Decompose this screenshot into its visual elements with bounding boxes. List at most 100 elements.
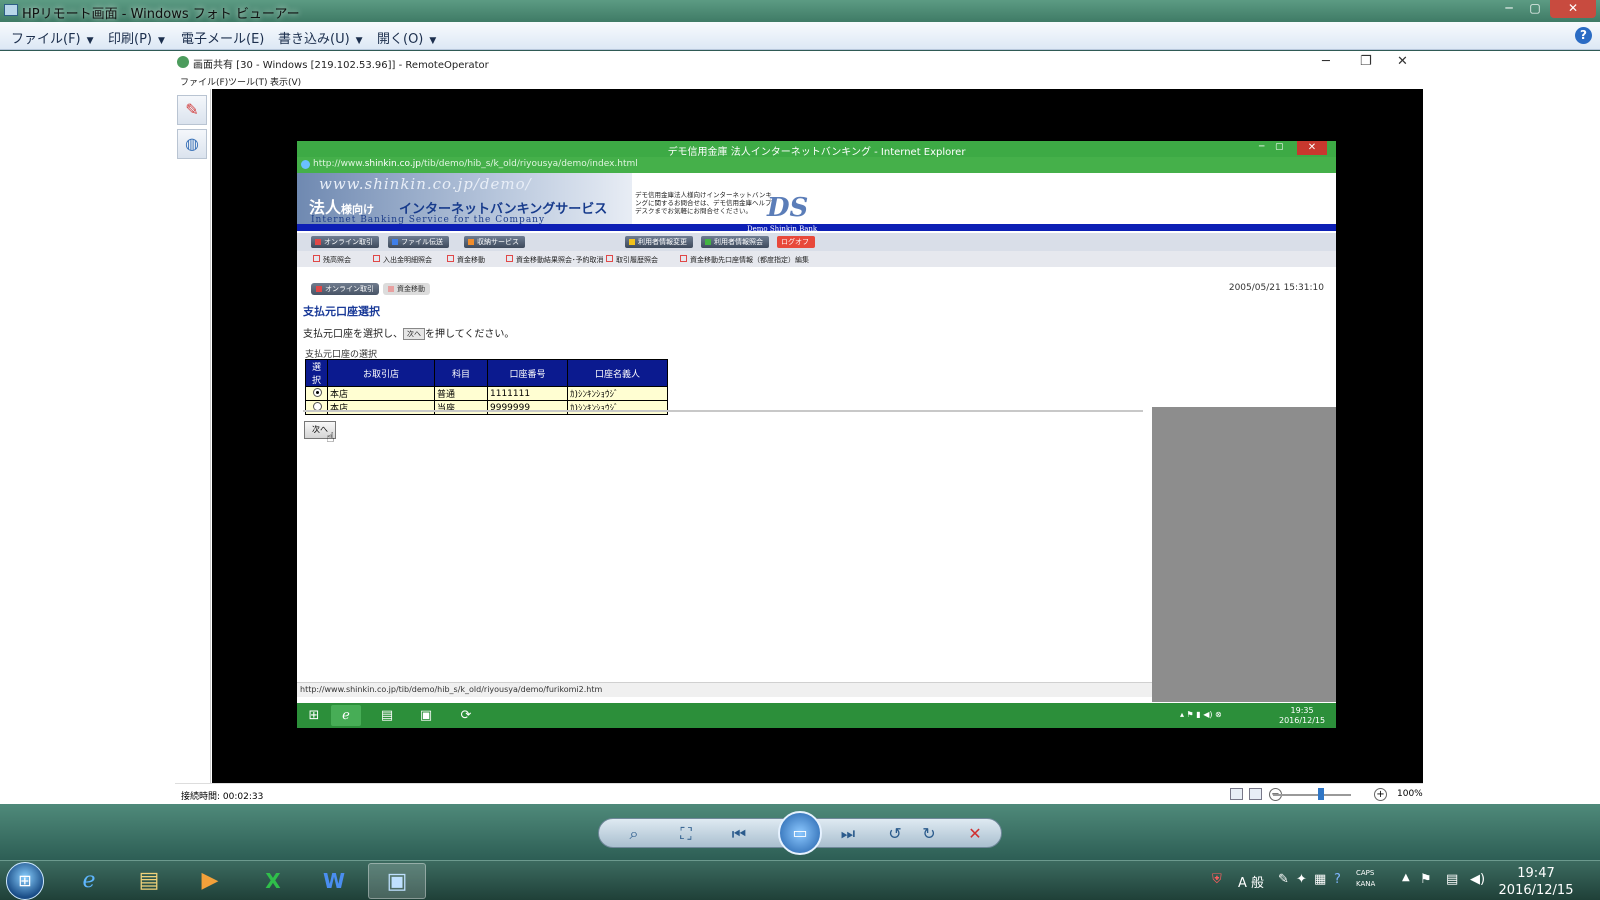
host-clock[interactable]: 19:47 2016/12/15: [1494, 865, 1578, 899]
select-cell: [305, 400, 328, 415]
photo-viewer-icon: [4, 4, 18, 16]
subnav-transfer-result[interactable]: 資金移動結果照会･予約取消: [506, 255, 604, 265]
ro-close-button[interactable]: ✕: [1397, 54, 1408, 69]
breadcrumb-transfer: 資金移動: [383, 283, 430, 295]
volume-icon[interactable]: ◀): [1470, 872, 1485, 887]
ie-address-bar[interactable]: http://www.shinkin.co.jp/tib/demo/hib_s/…: [297, 157, 1336, 173]
window-title: HPリモート画面 - Windows フォト ビューアー: [22, 7, 300, 22]
pen-icon[interactable]: ✎: [177, 95, 207, 125]
ro-menu-view[interactable]: 表示(V): [270, 75, 301, 88]
nav-user-info-inquiry[interactable]: 利用者情報照会: [701, 236, 769, 248]
bank-banner: www.shinkin.co.jp/demo/ 法人様向け インターネットバンキ…: [297, 173, 1336, 233]
caps-kana-indicator: CAPS KANA: [1356, 869, 1376, 888]
nav-user-info-change[interactable]: 利用者情報変更: [625, 236, 693, 248]
divider: [303, 410, 1143, 412]
ime-toolbar-icon[interactable]: ✎: [1278, 872, 1289, 887]
previous-icon[interactable]: ⏮: [724, 823, 754, 845]
ime-dictionary-icon[interactable]: ✦: [1296, 872, 1307, 887]
slideshow-icon[interactable]: ▭: [778, 811, 822, 855]
subnav-history[interactable]: 取引履歴照会: [606, 255, 658, 265]
fit-icon[interactable]: ⛶: [671, 823, 701, 845]
ime-settings-icon[interactable]: ▦: [1314, 872, 1326, 887]
header-type: 科目: [434, 359, 488, 387]
subnav-statement[interactable]: 入出金明細照会: [373, 255, 432, 265]
zoom-slider-thumb[interactable]: [1318, 788, 1324, 800]
holder-cell: ｶ)ｼﾝｷﾝｼｮｳｼﾞ: [567, 400, 668, 415]
remote-tray-icons: ▴ ⚑ ▮ ◀) ⊗: [1180, 710, 1222, 719]
excel-icon[interactable]: X: [244, 863, 302, 899]
remote-operator-statusbar: 接続時間: 00:02:33 − + 100%: [175, 783, 1423, 804]
account-radio-1[interactable]: [313, 387, 322, 397]
menu-print[interactable]: 印刷(P) ▼: [108, 28, 165, 47]
menu-file[interactable]: ファイル(F) ▼: [11, 28, 94, 47]
next-icon[interactable]: ⏭: [833, 823, 863, 845]
menu-email[interactable]: 電子メール(E): [181, 28, 264, 47]
start-button[interactable]: ⊞: [6, 862, 44, 900]
page-title: 支払元口座選択: [303, 305, 380, 318]
ie-minimize-button[interactable]: ─: [1259, 142, 1264, 152]
nav-payment-service[interactable]: 収納サービス: [464, 236, 525, 248]
remote-store-icon[interactable]: ▣: [411, 705, 441, 726]
nav-online-transaction[interactable]: オンライン取引: [311, 236, 379, 248]
rotate-left-icon[interactable]: ↺: [880, 823, 910, 845]
help-icon[interactable]: ?: [1575, 27, 1592, 44]
zoom-icon[interactable]: ⌕: [619, 823, 649, 845]
nav-file-transfer[interactable]: ファイル伝送: [388, 236, 449, 248]
subnav-destination-edit[interactable]: 資金移動先口座情報（都度指定）編集: [680, 255, 809, 265]
connection-time: 接続時間: 00:02:33: [181, 792, 264, 802]
ie-close-button[interactable]: ✕: [1297, 141, 1327, 155]
chevron-down-icon: ▼: [355, 36, 363, 46]
subnav-transfer[interactable]: 資金移動: [447, 255, 485, 265]
remote-start-icon[interactable]: ⊞: [299, 705, 329, 726]
fullscreen-icon[interactable]: [1230, 788, 1243, 800]
logoff-button[interactable]: ログオフ: [777, 236, 815, 248]
remote-app-icon[interactable]: ⟳: [451, 705, 481, 726]
ime-help-icon[interactable]: ?: [1334, 872, 1341, 887]
viewer-control-strip: ⌕ ⛶ ⏮ ▭ ⏭ ↺ ↻ ✕: [598, 811, 1002, 855]
remote-operator-icon: [177, 56, 189, 68]
header-account-number: 口座番号: [487, 359, 568, 387]
ime-mode[interactable]: A 般: [1238, 872, 1264, 891]
remote-ie-icon[interactable]: ℯ: [331, 705, 361, 726]
subnav-balance[interactable]: 残高照会: [313, 255, 351, 265]
menubar: ファイル(F) ▼ 印刷(P) ▼ 電子メール(E) 書き込み(U) ▼ 開く(O) ▼…: [0, 22, 1600, 50]
zoom-slider[interactable]: [1273, 794, 1351, 796]
ro-minimize-button[interactable]: ─: [1322, 54, 1330, 69]
menu-burn[interactable]: 書き込み(U) ▼: [278, 28, 363, 47]
remote-taskbar: ⊞ ℯ ▤ ▣ ⟳ ▴ ⚑ ▮ ◀) ⊗ 19:35 2016/12/15: [297, 703, 1336, 728]
address-url[interactable]: http://www.shinkin.co.jp/tib/demo/hib_s/…: [313, 159, 638, 169]
menu-open[interactable]: 開く(O) ▼: [377, 28, 436, 47]
antivirus-icon[interactable]: ⛨: [1212, 872, 1222, 887]
delete-icon[interactable]: ✕: [960, 823, 990, 845]
internet-explorer-icon[interactable]: ℯ: [60, 863, 118, 899]
rotate-right-icon[interactable]: ↻: [914, 823, 944, 845]
remote-operator-menu: ファイル(F) ツール(T) 表示(V): [175, 73, 1423, 89]
ro-restore-button[interactable]: ❐: [1360, 54, 1372, 69]
action-center-flag-icon[interactable]: ⚑: [1420, 872, 1432, 887]
breadcrumb-online-transaction[interactable]: オンライン取引: [311, 283, 379, 295]
zoom-in-button[interactable]: +: [1374, 788, 1387, 801]
branch-cell: 本店: [327, 400, 435, 415]
globe-icon[interactable]: ◍: [177, 129, 207, 159]
page-datetime: 2005/05/21 15:31:10: [1228, 283, 1324, 293]
network-icon[interactable]: ▤: [1446, 872, 1458, 887]
word-icon[interactable]: W: [305, 863, 363, 899]
maximize-button[interactable]: ▢: [1522, 0, 1548, 18]
chevron-down-icon: ▼: [86, 36, 94, 46]
ie-titlebar: デモ信用金庫 法人インターネットバンキング - Internet Explore…: [297, 141, 1336, 158]
file-explorer-icon[interactable]: ▤: [120, 863, 178, 899]
header-holder: 口座名義人: [567, 359, 668, 387]
photo-viewer-taskbar-icon[interactable]: ▣: [368, 863, 426, 899]
ro-menu-file[interactable]: ファイル(F): [180, 75, 228, 88]
ro-menu-tools[interactable]: ツール(T): [228, 75, 268, 88]
ie-restore-button[interactable]: ▢: [1275, 142, 1284, 152]
show-hidden-icons[interactable]: ▲: [1402, 872, 1410, 883]
minimize-button[interactable]: ─: [1496, 0, 1522, 18]
close-button[interactable]: ✕: [1550, 0, 1596, 18]
remote-operator-title: 画面共有 [30 - Windows [219.102.53.96]] - Re…: [193, 60, 489, 71]
fit-window-icon[interactable]: [1249, 788, 1262, 800]
ie-window: デモ信用金庫 法人インターネットバンキング - Internet Explore…: [297, 141, 1336, 728]
remote-explorer-icon[interactable]: ▤: [372, 705, 402, 726]
main-nav: オンライン取引 ファイル伝送 収納サービス 利用者情報変更 利用者情報照会 ログ…: [297, 233, 1336, 251]
media-player-icon[interactable]: ▶: [181, 863, 239, 899]
